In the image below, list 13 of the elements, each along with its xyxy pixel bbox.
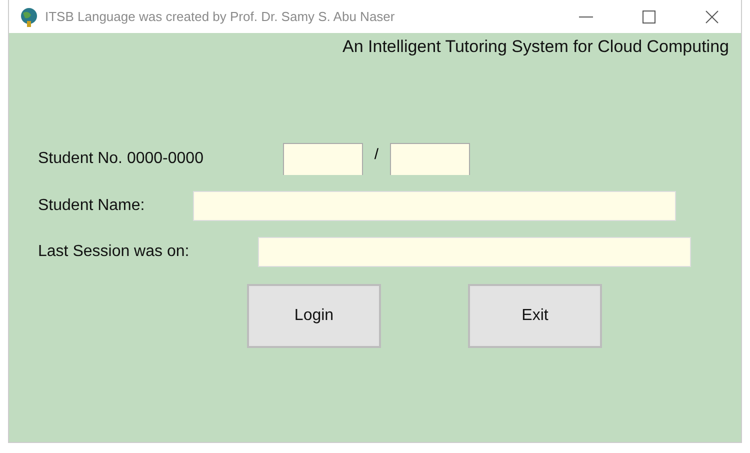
globe-icon: [19, 6, 39, 26]
subtitle: An Intelligent Tutoring System for Cloud Computing: [342, 37, 729, 57]
window-title: ITSB Language was created by Prof. Dr. Samy S. Abu Naser: [45, 9, 395, 24]
input-field[interactable]: [390, 143, 470, 175]
student-number-label: Student No. 0000-0000: [38, 150, 204, 168]
last-session-label: Last Session was on:: [38, 243, 190, 261]
separator: /: [373, 146, 380, 162]
exit-button[interactable]: Exit: [468, 284, 602, 348]
input-field[interactable]: [283, 143, 363, 175]
close-icon[interactable]: [705, 10, 719, 24]
maximize-icon[interactable]: [642, 10, 656, 24]
student-name-label: Student Name:: [38, 197, 146, 215]
login-button[interactable]: Login: [247, 284, 381, 348]
